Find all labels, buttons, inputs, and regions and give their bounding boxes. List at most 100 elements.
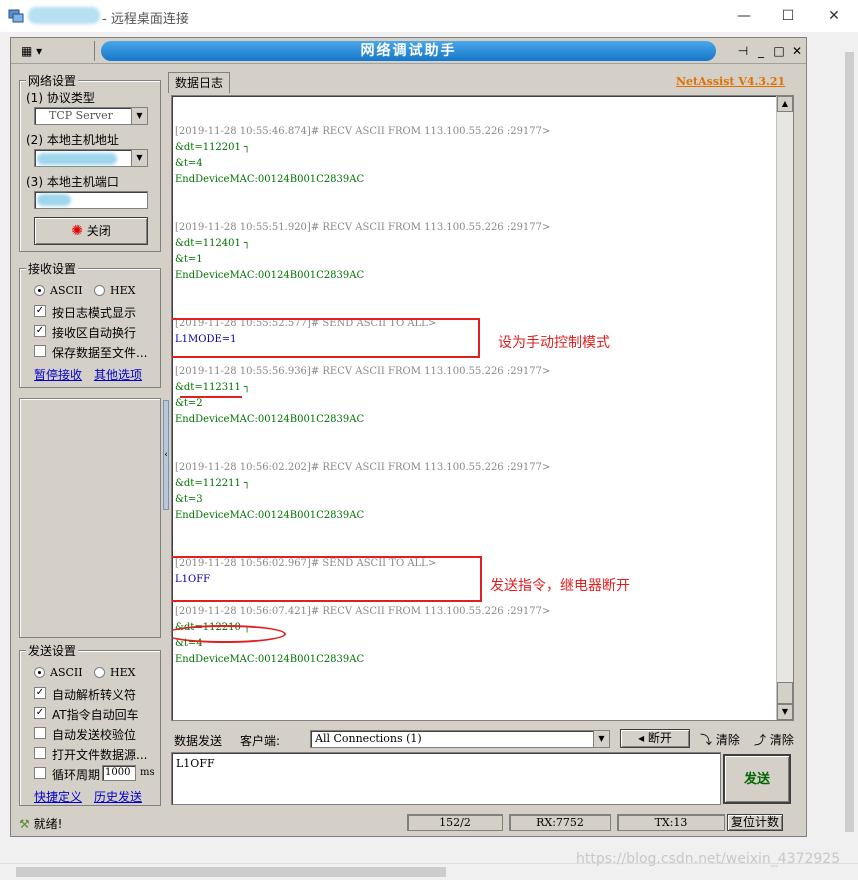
maximize-button[interactable]: □ bbox=[771, 43, 787, 59]
send-text-input[interactable]: L1OFF bbox=[171, 752, 721, 805]
history-link[interactable]: 历史发送 bbox=[94, 788, 142, 805]
hidden-host-name bbox=[28, 7, 100, 24]
pause-receive-link[interactable]: 暂停接收 bbox=[34, 366, 82, 383]
remote-desktop-icon bbox=[8, 9, 24, 23]
close-connection-button[interactable]: ✺ 关闭 bbox=[34, 217, 148, 245]
status-counter: 152/2 bbox=[407, 814, 503, 831]
host-label: (2) 本地主机地址 bbox=[26, 133, 119, 147]
annotation-ellipse bbox=[172, 625, 286, 643]
other-options-link[interactable]: 其他选项 bbox=[94, 366, 142, 383]
tab-data-send[interactable]: 数据发送 bbox=[174, 732, 222, 749]
status-ready-text: 就绪! bbox=[33, 817, 63, 831]
app-icon: ▦ bbox=[21, 44, 33, 58]
send-toolbar: 数据发送 客户端: All Connections (1) ▼ ◂ 断开 ⤵ 清… bbox=[168, 728, 798, 750]
shortcut-link[interactable]: 快捷定义 bbox=[34, 788, 82, 805]
receive-settings-title: 接收设置 bbox=[26, 260, 79, 277]
log-received-line: &t=3 bbox=[175, 494, 203, 505]
log-entry-header: [2019-11-28 10:56:07.421]# RECV ASCII FR… bbox=[175, 606, 551, 617]
send-option-checkbox-2[interactable] bbox=[34, 727, 46, 739]
period-input[interactable]: 1000 bbox=[102, 765, 136, 781]
chevron-down-icon[interactable]: ▼ bbox=[593, 731, 609, 747]
reset-counter-button[interactable]: 复位计数 bbox=[727, 814, 783, 831]
blank-panel bbox=[19, 398, 161, 638]
log-received-line: &dt=112311 ┐ bbox=[175, 382, 251, 393]
receive-ascii-label: ASCII bbox=[50, 284, 83, 297]
tab-data-log[interactable]: 数据日志 bbox=[168, 72, 230, 93]
annotation-text-1: 设为手动控制模式 bbox=[498, 335, 610, 351]
receive-ascii-radio[interactable] bbox=[34, 285, 45, 296]
scroll-thumb[interactable] bbox=[845, 52, 854, 832]
send-option-checkbox-3[interactable] bbox=[34, 747, 46, 759]
maximize-button[interactable]: ☐ bbox=[768, 4, 808, 28]
rdp-titlebar: - 远程桌面连接 — ☐ ✕ bbox=[0, 0, 858, 32]
system-menu-button[interactable]: ▦ ▾ bbox=[15, 41, 95, 61]
send-button[interactable]: 发送 bbox=[723, 754, 791, 804]
chevron-down-icon[interactable]: ▼ bbox=[131, 150, 147, 166]
clear-receive-button[interactable]: ⤵ 清除 bbox=[700, 731, 740, 748]
send-option-checkbox-1[interactable]: ✓ bbox=[34, 707, 46, 719]
protocol-value: TCP Server bbox=[49, 109, 113, 122]
receive-option-checkbox-1[interactable]: ✓ bbox=[34, 325, 46, 337]
log-received-line: EndDeviceMAC:00124B001C2839AC bbox=[175, 510, 365, 521]
receive-option-checkbox-0[interactable]: ✓ bbox=[34, 305, 46, 317]
scroll-thumb[interactable] bbox=[777, 682, 793, 704]
close-button[interactable]: ✕ bbox=[789, 43, 805, 59]
clear-label: 清除 bbox=[769, 733, 794, 747]
log-received-line: &t=4 bbox=[175, 158, 203, 169]
protocol-label: (1) 协议类型 bbox=[26, 91, 95, 105]
log-scrollbar[interactable]: ▲ ▼ bbox=[776, 96, 793, 720]
log-received-line: &t=2 bbox=[175, 398, 203, 409]
hidden-port bbox=[37, 194, 71, 206]
pin-icon[interactable]: ⊣ bbox=[735, 43, 751, 59]
receive-hex-radio[interactable] bbox=[94, 285, 105, 296]
clear-label: 清除 bbox=[715, 733, 740, 747]
log-received-line: &dt=112401 ┐ bbox=[175, 238, 251, 249]
clear-icon: ⤵ bbox=[700, 733, 713, 747]
clear-send-button[interactable]: ⤴ 清除 bbox=[754, 731, 794, 748]
watermark: https://blog.csdn.net/weixin_4372925 bbox=[576, 851, 841, 867]
annotation-text-2: 发送指令，继电器断开 bbox=[490, 578, 630, 594]
log-entry-header: [2019-11-28 10:56:02.202]# RECV ASCII FR… bbox=[175, 462, 551, 473]
client-select[interactable]: All Connections (1) ▼ bbox=[310, 730, 610, 748]
log-received-line: &dt=112211 ┐ bbox=[175, 478, 251, 489]
network-settings-group: 网络设置 (1) 协议类型 TCP Server ▼ (2) 本地主机地址 ▼ … bbox=[19, 72, 161, 252]
client-label: 客户端: bbox=[240, 734, 281, 748]
chevron-down-icon[interactable]: ▼ bbox=[131, 108, 147, 124]
log-area[interactable]: [2019-11-28 10:55:46.874]# RECV ASCII FR… bbox=[171, 95, 794, 721]
app-titlebar: ▦ ▾ 网络调试助手 ⊣ _ □ ✕ bbox=[11, 38, 806, 64]
scroll-thumb[interactable] bbox=[16, 867, 446, 877]
rdp-vertical-scrollbar[interactable] bbox=[841, 32, 858, 863]
host-select[interactable]: ▼ bbox=[34, 149, 148, 167]
send-ascii-label: ASCII bbox=[50, 666, 83, 679]
minimize-button[interactable]: — bbox=[724, 4, 764, 28]
log-entry-header: [2019-11-28 10:55:56.936]# RECV ASCII FR… bbox=[175, 366, 551, 377]
log-received-line: EndDeviceMAC:00124B001C2839AC bbox=[175, 414, 365, 425]
send-option-label: AT指令自动回车 bbox=[52, 708, 139, 722]
port-input[interactable] bbox=[34, 191, 148, 209]
log-received-line: &dt=112201 ┐ bbox=[175, 142, 251, 153]
send-hex-radio[interactable] bbox=[94, 667, 105, 678]
collapse-panel-handle[interactable]: ‹ bbox=[163, 400, 169, 510]
arrow-left-icon: ◂ bbox=[638, 731, 645, 745]
disconnect-label: 断开 bbox=[647, 731, 672, 745]
disconnect-button[interactable]: ◂ 断开 bbox=[620, 729, 690, 748]
minimize-button[interactable]: _ bbox=[753, 43, 769, 59]
send-settings-title: 发送设置 bbox=[26, 642, 79, 659]
version-link[interactable]: NetAssist V4.3.21 bbox=[676, 75, 785, 88]
receive-hex-label: HEX bbox=[110, 284, 136, 297]
scroll-up-icon[interactable]: ▲ bbox=[777, 96, 793, 112]
receive-option-checkbox-2[interactable] bbox=[34, 345, 46, 357]
close-button[interactable]: ✕ bbox=[814, 4, 854, 28]
send-option-checkbox-0[interactable]: ✓ bbox=[34, 687, 46, 699]
scroll-down-icon[interactable]: ▼ bbox=[777, 704, 793, 720]
send-ascii-radio[interactable] bbox=[34, 667, 45, 678]
port-label: (3) 本地主机端口 bbox=[26, 175, 119, 189]
period-unit: ms bbox=[140, 767, 155, 778]
annotation-box-2 bbox=[172, 556, 482, 602]
protocol-select[interactable]: TCP Server ▼ bbox=[34, 107, 148, 125]
send-option-checkbox-4[interactable] bbox=[34, 767, 46, 779]
receive-option-label: 按日志模式显示 bbox=[52, 306, 137, 320]
tools-icon: ⚒ bbox=[19, 817, 30, 831]
send-hex-label: HEX bbox=[110, 666, 136, 679]
title-banner: 网络调试助手 bbox=[101, 41, 716, 61]
